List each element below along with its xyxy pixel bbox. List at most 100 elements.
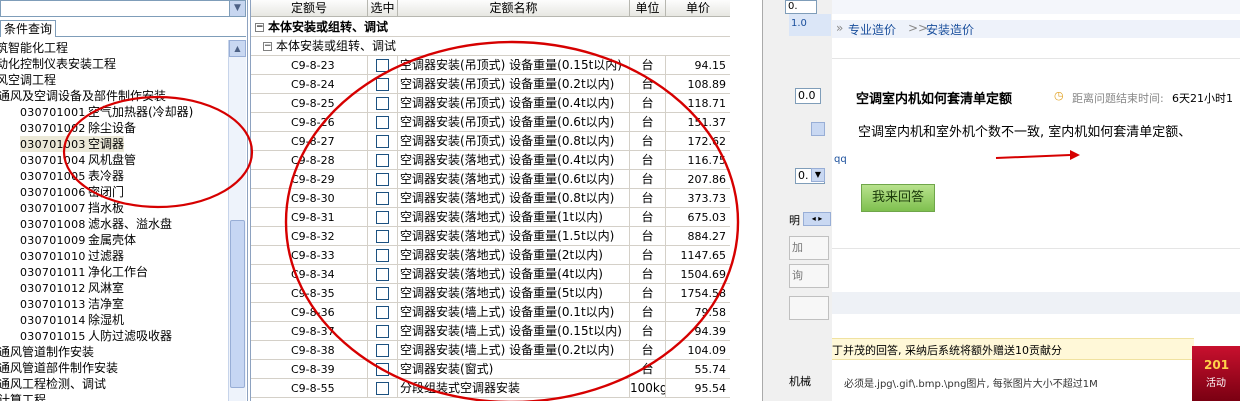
tree-node[interactable]: 030701013 洁净室 — [20, 296, 124, 312]
side-field-3[interactable]: 0.0 — [795, 88, 821, 104]
select-checkbox[interactable] — [376, 116, 389, 129]
table-row[interactable]: C9-8-29 空调器安装(落地式) 设备重量(0.6t以内) 台 207.86 — [251, 170, 731, 189]
collapse-icon[interactable]: − — [263, 42, 272, 51]
select-checkbox[interactable] — [376, 287, 389, 300]
table-row[interactable]: C9-8-26 空调器安装(吊顶式) 设备重量(0.6t以内) 台 151.37 — [251, 113, 731, 132]
group-row-level1[interactable]: − 本体安装或组转、调试 — [251, 18, 731, 37]
select-checkbox[interactable] — [376, 78, 389, 91]
tree-node[interactable]: 030701006 密闭门 — [20, 184, 124, 200]
table-row[interactable]: C9-8-30 空调器安装(落地式) 设备重量(0.8t以内) 台 373.73 — [251, 189, 731, 208]
table-row[interactable]: C9-8-24 空调器安装(吊顶式) 设备重量(0.2t以内) 台 108.89 — [251, 75, 731, 94]
select-checkbox[interactable] — [376, 59, 389, 72]
table-row[interactable]: C9-8-34 空调器安装(落地式) 设备重量(4t以内) 台 1504.69 — [251, 265, 731, 284]
group-row-level2[interactable]: − 本体安装或组转、调试 — [251, 37, 731, 56]
table-row[interactable]: C9-8-28 空调器安装(落地式) 设备重量(0.4t以内) 台 116.75 — [251, 151, 731, 170]
select-checkbox[interactable] — [376, 363, 389, 376]
table-row[interactable]: C9-8-27 空调器安装(吊顶式) 设备重量(0.8t以内) 台 172.62 — [251, 132, 731, 151]
chevron-down-icon[interactable]: ▼ — [811, 168, 825, 182]
tree-node[interactable]: 030701012 风淋室 — [20, 280, 124, 296]
col-header-code[interactable]: 定额号 — [251, 0, 368, 17]
select-checkbox[interactable] — [376, 97, 389, 110]
username-link[interactable]: qq — [834, 154, 847, 165]
select-checkbox[interactable] — [376, 230, 389, 243]
side-button-add[interactable]: 加 — [789, 236, 829, 260]
tree-node[interactable]: 030701008 滤水器、溢水盘 — [20, 216, 172, 232]
table-row[interactable]: C9-8-35 空调器安装(落地式) 设备重量(5t以内) 台 1754.58 — [251, 284, 731, 303]
table-row[interactable]: C9-8-23 空调器安装(吊顶式) 设备重量(0.15t以内) 台 94.15 — [251, 56, 731, 75]
breadcrumb-link-1[interactable]: 专业造价 — [848, 21, 896, 38]
select-checkbox[interactable] — [376, 173, 389, 186]
scroll-up-icon[interactable]: ▲ — [229, 40, 246, 57]
tree-node[interactable]: 030701015 人防过滤吸收器 — [20, 328, 172, 344]
table-row[interactable]: C9-8-32 空调器安装(落地式) 设备重量(1.5t以内) 台 884.27 — [251, 227, 731, 246]
tree-node[interactable]: 风空调工程 — [0, 72, 56, 88]
tree-scrollbar[interactable]: ▲ — [228, 40, 246, 401]
col-header-unit[interactable]: 单位 — [630, 0, 666, 17]
tree-node-code: 030701001 — [20, 106, 86, 119]
select-checkbox[interactable] — [376, 344, 389, 357]
scroll-thumb[interactable] — [811, 122, 825, 136]
filter-combo[interactable]: ▼ — [0, 0, 246, 17]
ad-banner[interactable]: 201 活动 — [1192, 346, 1240, 401]
select-checkbox[interactable] — [376, 325, 389, 338]
arrow-left-right-icon[interactable]: ◂ ▸ — [803, 212, 831, 226]
table-row[interactable]: C9-8-36 空调器安装(墙上式) 设备重量(0.1t以内) 台 79.58 — [251, 303, 731, 322]
tab-condition-query[interactable]: 条件查询 — [0, 20, 57, 37]
tree-node[interactable]: 通风管道制作安装 — [0, 344, 94, 360]
col-header-name[interactable]: 定额名称 — [398, 0, 630, 17]
cell-price: 95.54 — [666, 379, 731, 398]
select-checkbox[interactable] — [376, 211, 389, 224]
select-checkbox[interactable] — [376, 382, 389, 395]
table-row[interactable]: C9-8-25 空调器安装(吊顶式) 设备重量(0.4t以内) 台 118.71 — [251, 94, 731, 113]
table-row[interactable]: C9-8-38 空调器安装(墙上式) 设备重量(0.2t以内) 台 104.09 — [251, 341, 731, 360]
side-field-2: 1.0 — [789, 14, 831, 36]
tree-node[interactable]: 030701007 挡水板 — [20, 200, 124, 216]
table-row[interactable]: C9-8-55 分段组装式空调器安装 100kg 95.54 — [251, 379, 731, 398]
tree-node-code: 030701008 — [20, 218, 86, 231]
tree-node[interactable]: 动化控制仪表安装工程 — [0, 56, 116, 72]
chevron-down-icon[interactable]: ▼ — [229, 1, 245, 16]
select-checkbox[interactable] — [376, 249, 389, 262]
select-checkbox[interactable] — [376, 268, 389, 281]
tree-node[interactable]: 030701001 空气加热器(冷却器) — [20, 104, 193, 120]
select-checkbox[interactable] — [376, 135, 389, 148]
cell-name: 空调器安装(墙上式) 设备重量(0.2t以内) — [398, 341, 630, 360]
table-row[interactable]: C9-8-37 空调器安装(墙上式) 设备重量(0.15t以内) 台 94.39 — [251, 322, 731, 341]
tree-node[interactable]: 030701009 金属壳体 — [20, 232, 136, 248]
tree-node[interactable]: 通风管道部件制作安装 — [0, 360, 118, 376]
table-row[interactable]: C9-8-31 空调器安装(落地式) 设备重量(1t以内) 台 675.03 — [251, 208, 731, 227]
col-header-price[interactable]: 单价 — [666, 0, 731, 17]
side-field-1[interactable]: 0. — [785, 0, 817, 14]
tree-node[interactable]: 筑智能化工程 — [0, 40, 68, 56]
select-checkbox[interactable] — [376, 306, 389, 319]
col-header-selected[interactable]: 选中 — [368, 0, 398, 17]
cell-selected — [368, 341, 398, 360]
collapse-icon[interactable]: − — [255, 23, 264, 32]
cell-code: C9-8-39 — [251, 360, 368, 379]
answer-button[interactable]: 我来回答 — [861, 184, 935, 212]
tree-node[interactable]: 030701011 净化工作台 — [20, 264, 148, 280]
cell-name: 空调器安装(吊顶式) 设备重量(0.4t以内) — [398, 94, 630, 113]
cell-code: C9-8-32 — [251, 227, 368, 246]
tree-node[interactable]: 030701004 风机盘管 — [20, 152, 136, 168]
scroll-thumb[interactable] — [230, 220, 245, 388]
select-checkbox[interactable] — [376, 192, 389, 205]
tree-node[interactable]: 计算工程 — [0, 392, 46, 401]
select-checkbox[interactable] — [376, 154, 389, 167]
tree-node[interactable]: 030701014 除湿机 — [20, 312, 124, 328]
side-button-blank[interactable] — [789, 296, 829, 320]
tree-node[interactable]: 030701010 过滤器 — [20, 248, 124, 264]
tree-node[interactable]: 030701002 除尘设备 — [20, 120, 136, 136]
table-row[interactable]: C9-8-33 空调器安装(落地式) 设备重量(2t以内) 台 1147.65 — [251, 246, 731, 265]
tree-node-label: 通风管道部件制作安装 — [0, 361, 119, 375]
tab-strip: 条件查询 — [0, 19, 246, 37]
tree-node-code: 030701010 — [20, 250, 86, 263]
tree-node[interactable]: 通风工程检测、调试 — [0, 376, 106, 392]
side-label-machine: 机械 — [789, 375, 811, 388]
tree-node[interactable]: 通风及空调设备及部件制作安装 — [0, 88, 166, 104]
tree-node[interactable]: 030701003 空调器 — [20, 136, 125, 152]
tree-node[interactable]: 030701005 表冷器 — [20, 168, 124, 184]
breadcrumb-link-2[interactable]: 安装造价 — [926, 21, 974, 38]
table-row[interactable]: C9-8-39 空调器安装(窗式) 台 55.74 — [251, 360, 731, 379]
side-button-query[interactable]: 询 — [789, 264, 829, 288]
